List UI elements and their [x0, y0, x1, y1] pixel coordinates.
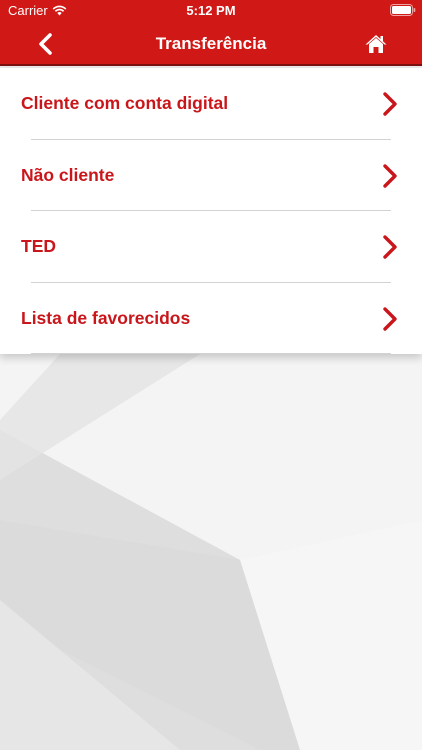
list-item-label: Não cliente	[21, 164, 115, 185]
list-item-cliente-conta-digital[interactable]: Cliente com conta digital	[0, 68, 422, 140]
chevron-right-icon	[383, 163, 397, 188]
home-button[interactable]	[364, 32, 388, 56]
navigation-bar: Transferência	[0, 22, 422, 66]
page-title: Transferência	[155, 34, 267, 53]
list-item-label: Lista de favorecidos	[21, 307, 191, 328]
status-bar: Carrier 5:12 PM	[0, 0, 422, 22]
list-item-label: TED	[21, 236, 56, 256]
chevron-right-icon	[383, 92, 397, 116]
list-item-nao-cliente[interactable]: Não cliente	[0, 140, 422, 211]
list-item-lista-favorecidos[interactable]: Lista de favorecidos	[0, 283, 422, 354]
battery-icon	[390, 4, 416, 19]
chevron-right-icon	[383, 235, 397, 259]
chevron-right-icon	[383, 306, 397, 331]
divider	[31, 353, 391, 354]
list-item-label: Cliente com conta digital	[21, 93, 229, 113]
status-time: 5:12 PM	[186, 3, 236, 18]
home-icon	[365, 35, 387, 53]
transfer-options-list: Cliente com conta digital Não cliente TE…	[0, 68, 422, 354]
list-item-ted[interactable]: TED	[0, 211, 422, 283]
